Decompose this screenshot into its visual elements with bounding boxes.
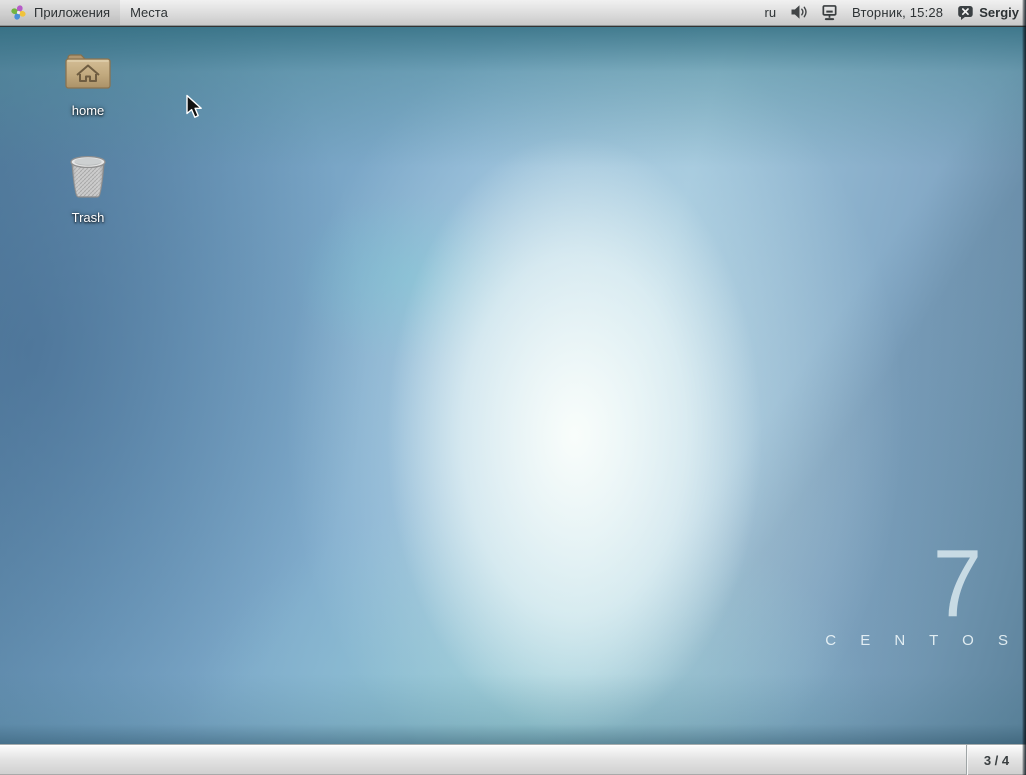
desktop-icon-label: home xyxy=(72,103,105,118)
user-menu[interactable]: Sergiy xyxy=(950,0,1026,25)
bottom-panel: 3 / 4 xyxy=(0,744,1026,775)
workspace-indicator-label: 3 / 4 xyxy=(984,753,1009,768)
applications-menu-label: Приложения xyxy=(34,5,110,20)
centos-version-number: 7 xyxy=(840,542,1008,626)
workspace-switcher[interactable]: 3 / 4 xyxy=(966,745,1026,775)
chat-status-offline-icon xyxy=(957,4,974,21)
desktop-icon-home[interactable]: home xyxy=(40,48,136,118)
screen-sharing-icon xyxy=(821,4,838,21)
top-panel-right: ru xyxy=(757,0,1026,25)
volume-control[interactable] xyxy=(783,0,814,25)
trash-icon xyxy=(65,151,111,206)
places-menu-label: Места xyxy=(130,5,168,20)
centos-logo-icon xyxy=(10,4,27,21)
clock[interactable]: Вторник, 15:28 xyxy=(845,0,950,25)
volume-icon xyxy=(790,4,807,21)
keyboard-layout-label: ru xyxy=(764,5,776,20)
places-menu[interactable]: Места xyxy=(120,0,178,25)
desktop-screen: Приложения Места ru xyxy=(0,0,1026,775)
desktop-icon-trash[interactable]: Trash xyxy=(40,151,136,225)
screen-sharing-indicator[interactable] xyxy=(814,0,845,25)
mouse-cursor xyxy=(185,94,204,125)
desktop-icon-label: Trash xyxy=(72,210,105,225)
applications-menu[interactable]: Приложения xyxy=(0,0,120,25)
window-list[interactable] xyxy=(0,745,966,775)
centos-brand-text: C E N T O S xyxy=(825,632,1018,649)
clock-label: Вторник, 15:28 xyxy=(852,5,943,20)
top-panel: Приложения Места ru xyxy=(0,0,1026,26)
username-label: Sergiy xyxy=(979,5,1019,20)
top-panel-left: Приложения Места xyxy=(0,0,178,25)
keyboard-layout-indicator[interactable]: ru xyxy=(757,0,783,25)
desktop-wallpaper[interactable]: home xyxy=(0,27,1026,744)
home-folder-icon xyxy=(62,48,114,99)
centos-watermark: 7 C E N T O S xyxy=(825,542,1008,649)
